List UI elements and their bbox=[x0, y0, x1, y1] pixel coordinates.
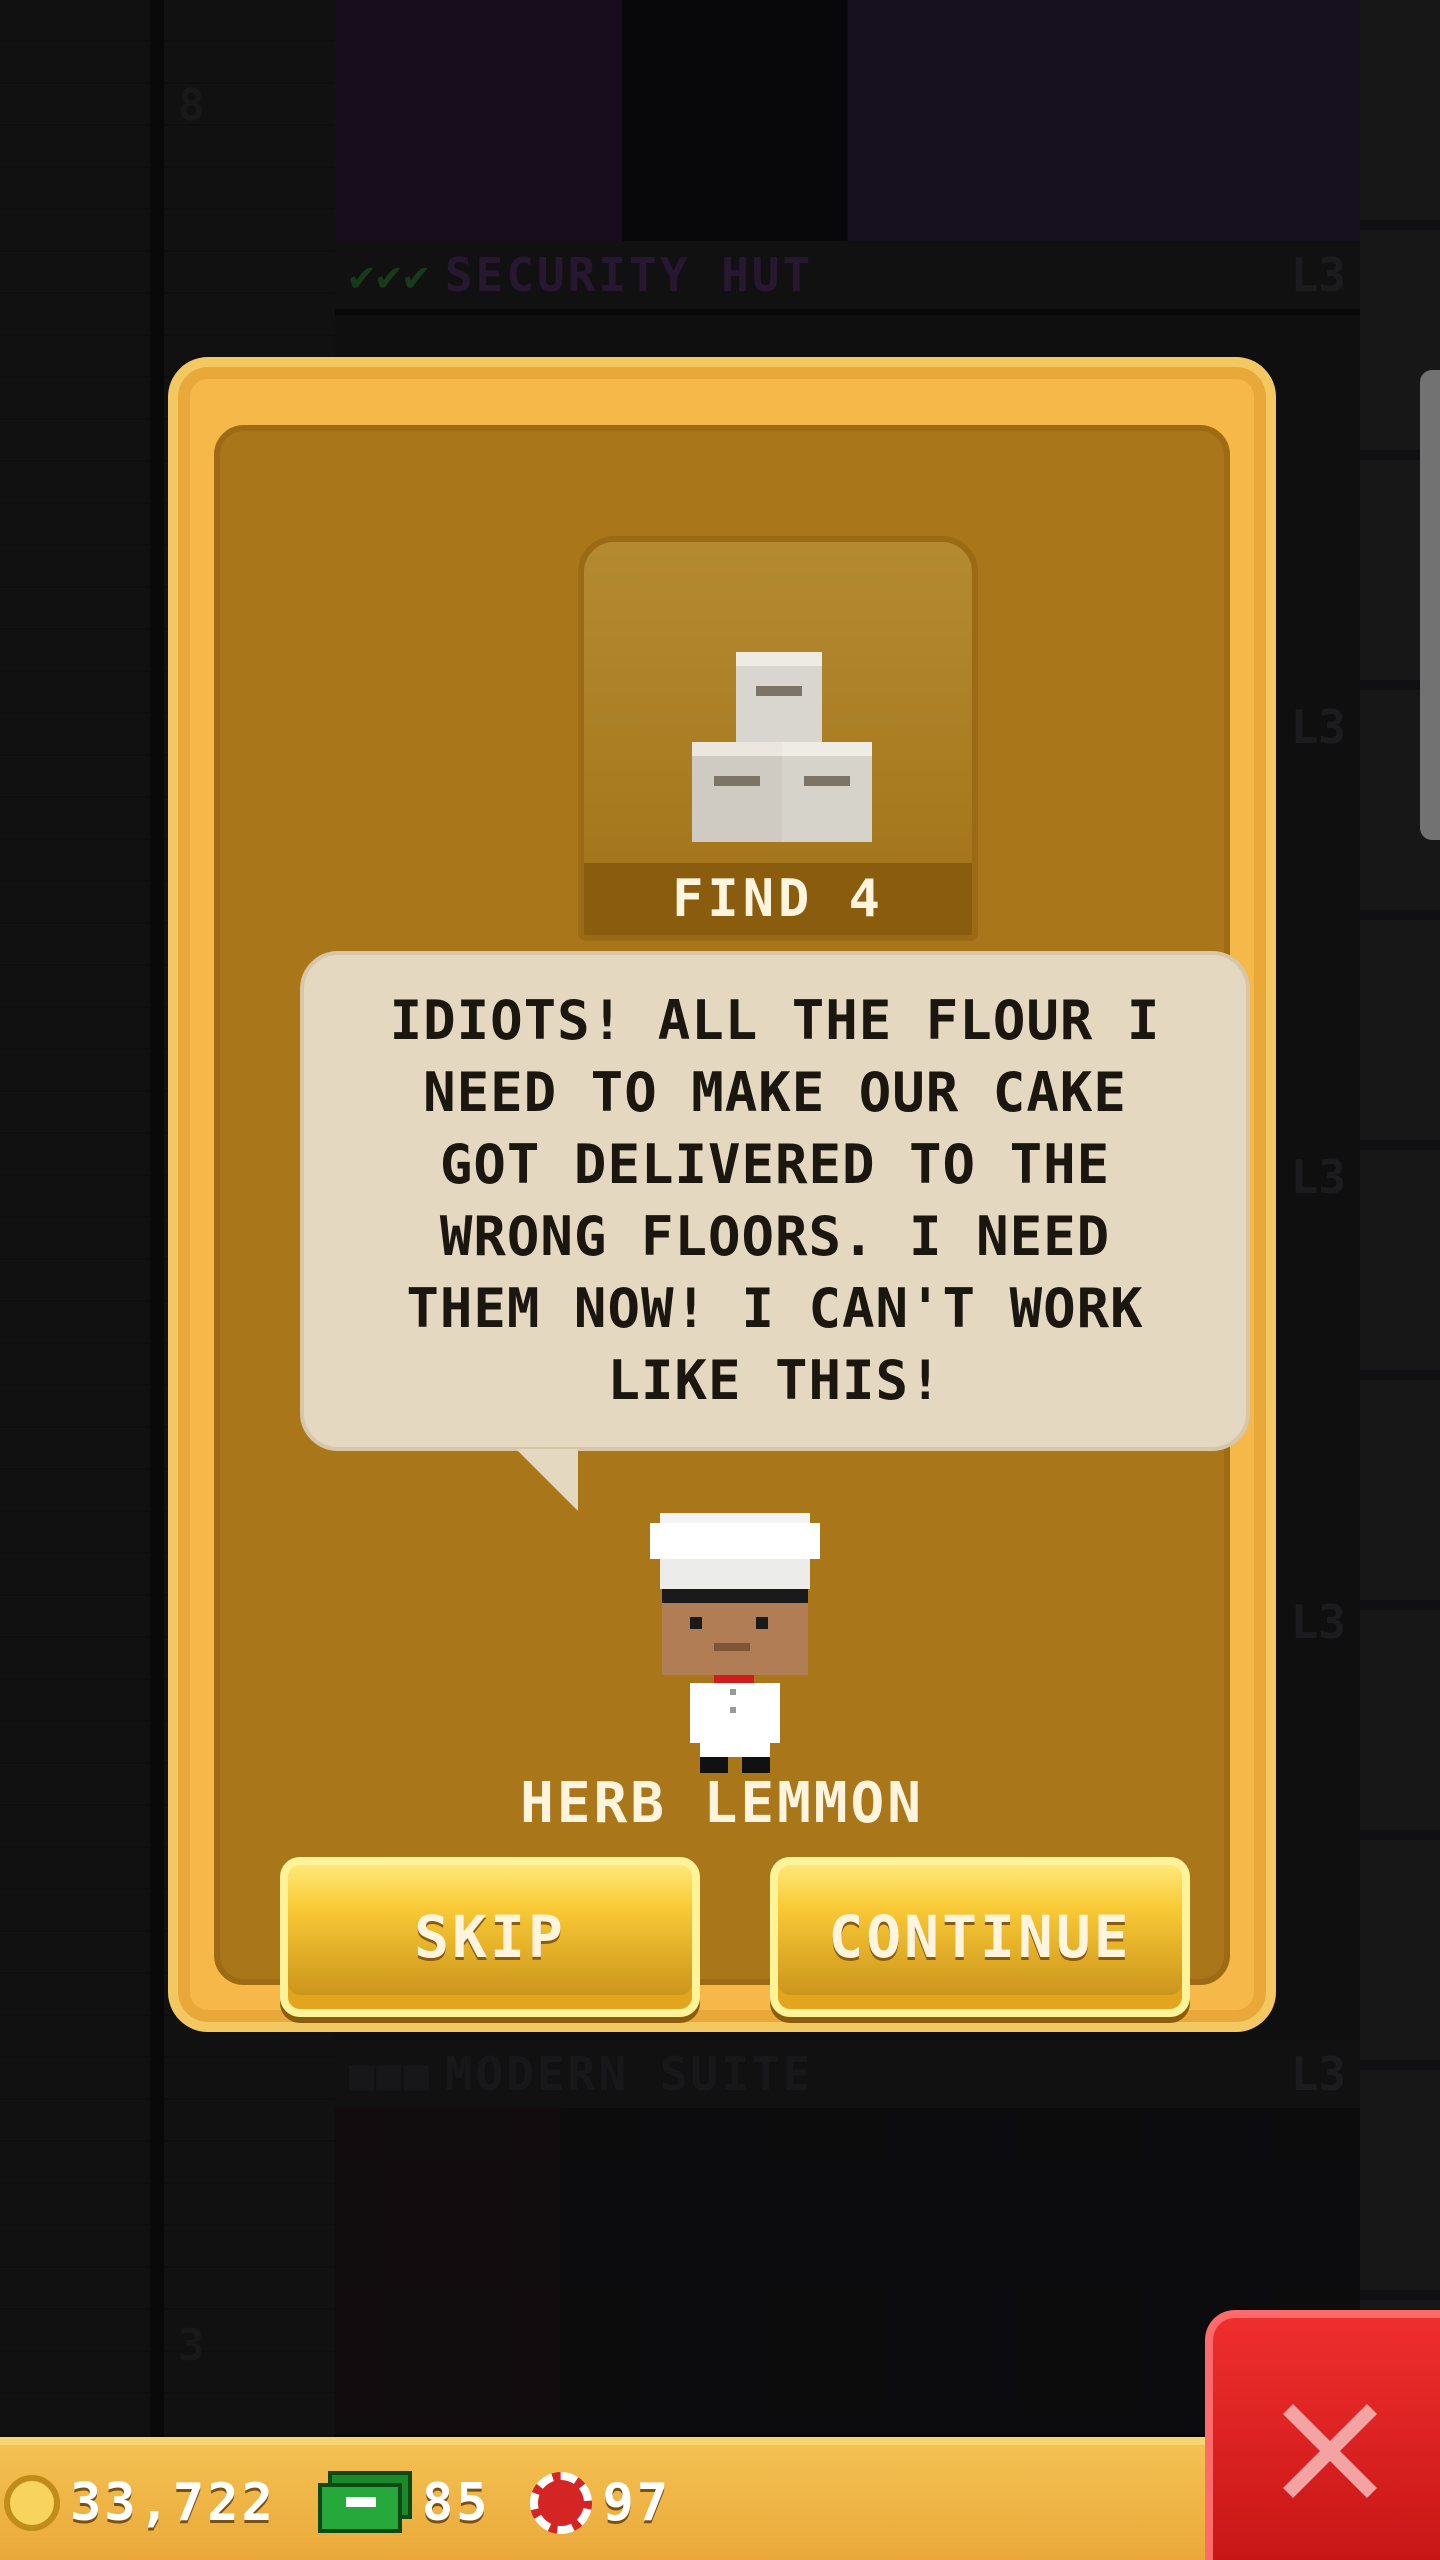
close-icon bbox=[1283, 2404, 1377, 2498]
close-button[interactable] bbox=[1205, 2310, 1440, 2560]
bux-value: 85 bbox=[421, 2472, 491, 2533]
character-name: HERB LEMMON bbox=[520, 1771, 924, 1836]
chip-icon bbox=[530, 2471, 593, 2534]
chips-value: 97 bbox=[602, 2472, 672, 2533]
speech-bubble-tail bbox=[516, 1449, 578, 1511]
quest-dialog: FIND 4 IDIOTS! ALL THE FLOUR I NEED TO M… bbox=[168, 357, 1276, 2032]
coin-icon bbox=[4, 2474, 60, 2531]
quest-dialog-body: FIND 4 IDIOTS! ALL THE FLOUR I NEED TO M… bbox=[214, 425, 1250, 2017]
dialog-text: IDIOTS! ALL THE FLOUR I NEED TO MAKE OUR… bbox=[389, 989, 1161, 1412]
quest-objective: FIND 4 bbox=[584, 863, 972, 935]
chef-character bbox=[650, 1513, 820, 1773]
coins-value: 33,722 bbox=[70, 2472, 276, 2533]
currency-bar: 33,722 85 97 bbox=[0, 2437, 1210, 2560]
continue-button[interactable]: CONTINUE bbox=[770, 1857, 1190, 2017]
quest-card: FIND 4 bbox=[578, 536, 978, 941]
speech-bubble: IDIOTS! ALL THE FLOUR I NEED TO MAKE OUR… bbox=[300, 951, 1250, 1451]
tower-bux-icon bbox=[316, 2470, 412, 2535]
skip-button[interactable]: SKIP bbox=[280, 1857, 700, 2017]
flour-bags-icon bbox=[692, 652, 872, 842]
